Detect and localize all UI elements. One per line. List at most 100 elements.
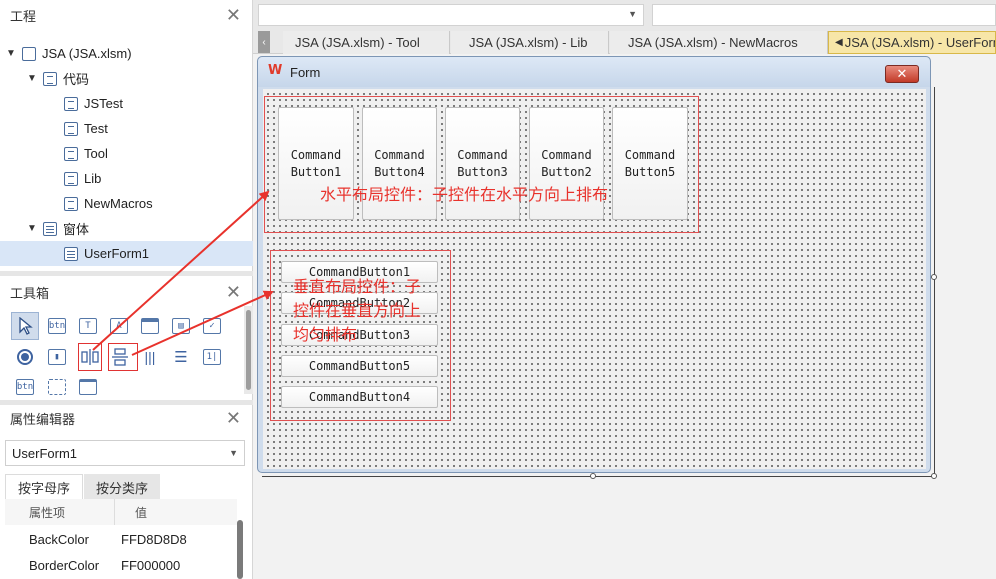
project-panel-header: 工程 ✕ (0, 0, 253, 30)
tree-node-label: JSTest (84, 96, 124, 111)
chevron-down-icon: ▼ (229, 448, 238, 458)
tree-node-userform1[interactable]: UserForm1 (0, 241, 253, 266)
tree-node-test[interactable]: Test (60, 116, 108, 141)
togglebutton-tool[interactable]: ▮ (43, 343, 71, 371)
properties-panel-header: 属性编辑器 ✕ (0, 403, 253, 433)
chevron-down-icon[interactable]: ▼ (4, 48, 18, 59)
checkbox-tool[interactable]: ✓ (198, 312, 226, 340)
close-icon[interactable]: ✕ (226, 409, 241, 427)
property-value[interactable]: FF000000 (115, 558, 180, 573)
command-button-v4[interactable]: CommandButton5 (281, 355, 438, 377)
tree-node-label: 代码 (63, 72, 90, 87)
properties-scrollbar[interactable] (237, 520, 243, 579)
tree-node-label: UserForm1 (84, 246, 150, 261)
tab-newmacros[interactable]: JSA (JSA.xlsm) - NewMacros (610, 31, 828, 54)
tree-node-code-folder[interactable]: ▼ 代码 (25, 66, 89, 91)
textbox-tool-icon: T (79, 318, 97, 334)
form-title-bar[interactable]: Form (258, 57, 930, 87)
tree-node-label: JSA (JSA.xlsm) (42, 46, 132, 61)
resize-handle-bottom[interactable] (590, 473, 596, 479)
project-panel-title: 工程 (10, 8, 37, 24)
label-tool[interactable]: btn (43, 312, 71, 340)
column-header-name: 属性项 (5, 499, 115, 525)
property-name: BackColor (29, 531, 89, 547)
panel-separator[interactable] (0, 271, 253, 276)
tree-node-lib[interactable]: Lib (60, 166, 101, 191)
frame-tool-icon: A (110, 318, 128, 334)
listbox-tool[interactable]: ☰ (167, 343, 195, 371)
tab-tool[interactable]: JSA (JSA.xlsm) - Tool (283, 31, 450, 54)
tab-label: JSA (JSA.xlsm) - UserForm1 (844, 35, 996, 50)
tree-node-newmacros[interactable]: NewMacros (60, 191, 153, 216)
code-module-icon (64, 171, 78, 186)
tree-node-tool[interactable]: Tool (60, 141, 108, 166)
project-icon (22, 46, 36, 61)
command-button-h5[interactable]: Command Button5 (612, 107, 688, 220)
tab-scroll-left-button[interactable]: ‹ (258, 31, 270, 53)
tabstrip-tool[interactable]: ▤ (167, 312, 195, 340)
multipage-tool[interactable] (136, 312, 164, 340)
tab-categorized[interactable]: 按分类序 (84, 474, 160, 500)
tabstrip-tool-icon: ▤ (172, 318, 190, 334)
code-module-icon (64, 96, 78, 111)
code-folder-icon (43, 71, 57, 86)
tree-node-forms-folder[interactable]: ▼ 窗体 (25, 216, 89, 241)
folder-tool[interactable] (74, 373, 102, 401)
object-select-value: UserForm1 (12, 445, 78, 461)
frame-tool[interactable]: A (105, 312, 133, 340)
selection-edge-right (934, 87, 935, 477)
annotation-horizontal: 水平布局控件：子控件在水平方向上排布 (320, 185, 609, 204)
form-title: Form (290, 64, 321, 80)
toolbox-panel-title: 工具箱 (10, 285, 50, 301)
spinbutton-tool[interactable]: 1| (198, 343, 226, 371)
chevron-down-icon: ▼ (628, 9, 637, 19)
property-row[interactable]: BackColor FFD8D8D8 (5, 526, 237, 552)
tab-lib[interactable]: JSA (JSA.xlsm) - Lib (451, 31, 609, 54)
form-folder-icon (43, 221, 57, 236)
toolbox-scrollbar[interactable] (244, 306, 253, 394)
togglebutton-tool-icon: ▮ (48, 349, 66, 365)
scrollbar-tool[interactable]: ||| (136, 343, 164, 371)
wps-logo-icon (268, 63, 284, 78)
checkbox-tool-icon: ✓ (203, 318, 221, 334)
close-icon[interactable]: ✕ (226, 6, 241, 24)
properties-panel-title: 属性编辑器 (10, 411, 76, 427)
object-combo[interactable]: ▼ (258, 4, 644, 26)
toolbox-grid: btn T A ▤ ✓ ▮ ||| ☰ 1| btn (0, 306, 244, 402)
tree-node-label: Tool (84, 146, 108, 161)
tab-alphabetic[interactable]: 按字母序 (5, 474, 83, 500)
form-close-button[interactable]: ✕ (885, 65, 919, 83)
resize-handle-corner[interactable] (931, 473, 937, 479)
tab-arrow-icon: ◀ (835, 37, 843, 48)
tree-node-label: NewMacros (84, 196, 153, 211)
property-row[interactable]: BorderColor FF000000 (5, 552, 237, 578)
command-button-v5[interactable]: CommandButton4 (281, 386, 438, 408)
property-value[interactable]: FFD8D8D8 (115, 532, 187, 547)
code-module-icon (64, 121, 78, 136)
close-icon[interactable]: ✕ (226, 283, 241, 301)
commandbutton-tool[interactable]: btn (11, 373, 39, 401)
folder-tool-icon (79, 379, 97, 395)
object-select[interactable]: UserForm1 ▼ (5, 440, 245, 466)
tree-node-label: Lib (84, 171, 102, 186)
optionbutton-tool-icon (17, 349, 33, 365)
code-module-icon (64, 146, 78, 161)
textbox-tool[interactable]: T (74, 312, 102, 340)
vbox-tool-highlight (108, 343, 138, 371)
pointer-icon (19, 317, 33, 335)
tree-node-label: 窗体 (63, 222, 90, 237)
scrollbar-tool-icon: ||| (144, 349, 156, 365)
optionbutton-tool[interactable] (11, 343, 39, 371)
commandbutton-tool-icon: btn (16, 379, 34, 395)
pointer-tool[interactable] (11, 312, 39, 340)
image-tool[interactable] (43, 373, 71, 401)
chevron-down-icon[interactable]: ▼ (25, 223, 39, 234)
procedure-combo[interactable] (652, 4, 996, 26)
chevron-down-icon[interactable]: ▼ (25, 73, 39, 84)
hbox-tool-highlight (78, 343, 102, 371)
listbox-tool-icon: ☰ (174, 349, 188, 366)
tab-userform1[interactable]: ◀ JSA (JSA.xlsm) - UserForm1 (828, 31, 996, 54)
tree-node-jstest[interactable]: JSTest (60, 91, 123, 116)
tree-node-project[interactable]: ▼ JSA (JSA.xlsm) (4, 41, 132, 66)
resize-handle-right[interactable] (931, 274, 937, 280)
